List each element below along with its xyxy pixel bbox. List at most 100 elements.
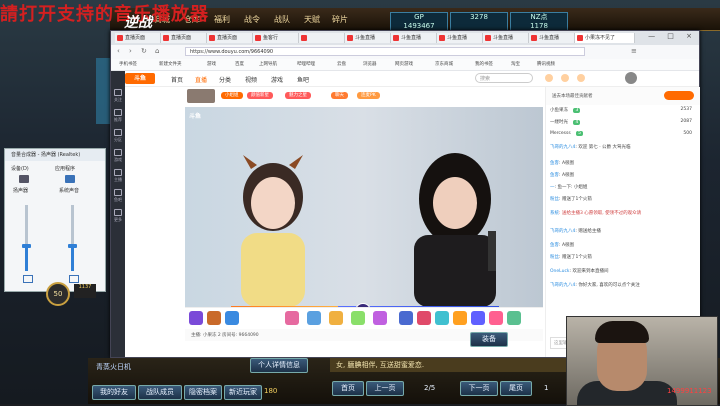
window-controls[interactable]: — □ × xyxy=(648,32,697,40)
bookmark-item[interactable]: 淘宝 xyxy=(511,61,520,67)
gamepad-icon xyxy=(114,149,122,156)
game-tab[interactable]: 天赋 xyxy=(304,14,320,25)
home-icon[interactable]: ⌂ xyxy=(155,47,159,55)
browser-tab[interactable] xyxy=(299,33,345,43)
back-icon[interactable]: ‹ xyxy=(117,47,120,55)
rank-row[interactable]: 一缕时光 4 2087 xyxy=(550,119,696,129)
site-nav-category[interactable]: 分类 xyxy=(219,75,231,84)
menu-icon[interactable]: ≡ xyxy=(631,47,637,55)
user-avatar[interactable] xyxy=(625,72,637,84)
gift-icon[interactable] xyxy=(207,311,221,325)
gift-icon[interactable] xyxy=(453,311,467,325)
bookmark-item[interactable]: 我的书签 xyxy=(475,61,493,67)
game-tab[interactable]: 战令 xyxy=(244,14,260,25)
gift-icon[interactable] xyxy=(351,311,365,325)
site-logo[interactable]: 斗鱼 xyxy=(125,73,155,84)
bookmark-item[interactable]: 浏览器 xyxy=(363,61,377,67)
app-volume-knob[interactable] xyxy=(68,244,77,248)
browser-tab[interactable]: 直播页面 xyxy=(161,33,207,43)
site-search-input[interactable]: 搜索 xyxy=(475,73,533,83)
mute-icon[interactable] xyxy=(23,275,33,283)
device-volume-knob[interactable] xyxy=(22,244,31,248)
browser-tab[interactable]: 斗鱼直播 xyxy=(391,33,437,43)
gift-icon[interactable] xyxy=(417,311,431,325)
pk-gift-icon[interactable] xyxy=(189,311,203,325)
left-nav-item[interactable]: 鱼吧 xyxy=(111,187,125,203)
active-browser-tab[interactable]: 小果冻不见了 xyxy=(575,33,635,43)
left-nav-item[interactable]: 游戏 xyxy=(111,147,125,163)
bookmark-item[interactable]: 哔哩哔哩 xyxy=(297,61,315,67)
rank-button[interactable] xyxy=(664,91,694,100)
chat-message: OneLuck: 欢迎来到本直播间 xyxy=(550,269,609,274)
bookmark-item[interactable]: 腾讯视频 xyxy=(537,61,555,67)
gift-icon[interactable] xyxy=(373,311,387,325)
last-page-button[interactable]: 尾页 xyxy=(500,381,532,396)
site-nav-yuba[interactable]: 鱼吧 xyxy=(297,75,309,84)
friends-button[interactable]: 我的好友 xyxy=(92,385,136,400)
follow-icon[interactable] xyxy=(561,74,569,82)
left-nav-item[interactable]: 推荐 xyxy=(111,107,125,123)
mute-icon[interactable] xyxy=(69,275,79,283)
gift-icon[interactable] xyxy=(489,311,503,325)
bookmark-item[interactable]: 游戏 xyxy=(207,61,216,67)
page-number: 1 xyxy=(544,384,549,392)
rank-row[interactable]: 小鱼果冻 3 2537 xyxy=(550,107,696,117)
first-page-button[interactable]: 首页 xyxy=(332,381,364,396)
chat-message: 粉丝: 赠送了1个火箭 xyxy=(550,255,592,260)
apps-label: 应用程序 xyxy=(55,166,76,172)
forward-icon[interactable]: › xyxy=(129,47,132,55)
gift-icon[interactable] xyxy=(507,311,521,325)
browser-tab[interactable]: 鱼客行 xyxy=(253,33,299,43)
history-icon[interactable] xyxy=(545,74,553,82)
rank-row[interactable]: Mercesss 5 500 xyxy=(550,131,696,141)
browser-tab[interactable]: 斗鱼直播 xyxy=(345,33,391,43)
left-nav-item[interactable]: 关注 xyxy=(111,87,125,103)
game-tab[interactable]: 碎片 xyxy=(332,14,348,25)
gift-icon[interactable] xyxy=(285,311,299,325)
archive-button[interactable]: 隐密档案 xyxy=(184,385,222,400)
bookmark-item[interactable]: 京东商城 xyxy=(435,61,453,67)
site-nav-game[interactable]: 游戏 xyxy=(271,75,283,84)
gift-icon[interactable] xyxy=(435,311,449,325)
browser-tab[interactable]: 直播页面 xyxy=(115,33,161,43)
clan-button[interactable]: 战队成员 xyxy=(138,385,182,400)
site-nav-live[interactable]: 直播 xyxy=(195,75,207,84)
browser-tab[interactable]: 斗鱼直播 xyxy=(437,33,483,43)
video-player[interactable]: 斗鱼 刘方 21 32 刘方 4 xyxy=(185,107,543,307)
site-nav-home[interactable]: 首页 xyxy=(171,75,183,84)
gift-icon[interactable] xyxy=(471,311,485,325)
site-nav-video[interactable]: 视频 xyxy=(245,75,257,84)
browser-tab[interactable]: 直播页面 xyxy=(207,33,253,43)
message-icon[interactable] xyxy=(577,74,585,82)
bookmark-item[interactable]: 上网导航 xyxy=(259,61,277,67)
url-field[interactable]: https://www.douyu.com/9664090 xyxy=(185,47,585,56)
browser-tab[interactable]: 斗鱼直播 xyxy=(529,33,575,43)
bookmark-item[interactable]: 手机书签 xyxy=(119,61,137,67)
lyric-ticker: 請打开支持的音乐播放器 xyxy=(0,4,209,22)
streamer-left xyxy=(241,155,305,307)
prev-page-button[interactable]: 上一页 xyxy=(366,381,404,396)
info-button[interactable]: 个人详情信息 xyxy=(250,358,308,373)
friends-count: 180 xyxy=(264,387,278,395)
left-nav-item[interactable]: 分区 xyxy=(111,127,125,143)
gift-icon[interactable] xyxy=(307,311,321,325)
game-tab[interactable]: 战队 xyxy=(274,14,290,25)
more-icon xyxy=(114,209,122,216)
gift-icon[interactable] xyxy=(225,311,239,325)
gift-icon[interactable] xyxy=(329,311,343,325)
anchor-avatar[interactable] xyxy=(187,89,215,103)
bookmark-item[interactable]: 新建文件夹 xyxy=(159,61,182,67)
recent-button[interactable]: 新近玩家 xyxy=(224,385,262,400)
gift-icon[interactable] xyxy=(399,311,413,325)
bookmark-item[interactable]: 云盘 xyxy=(337,61,346,67)
refresh-icon[interactable]: ↻ xyxy=(141,47,147,55)
next-page-button[interactable]: 下一页 xyxy=(460,381,498,396)
chat-message: 粉丝: 赠送了1个火箭 xyxy=(550,197,592,202)
bookmark-item[interactable]: 网页游戏 xyxy=(395,61,413,67)
bookmark-item[interactable]: 百度 xyxy=(235,61,244,67)
tab-favicon-icon xyxy=(485,35,491,41)
left-nav-item[interactable]: 更多 xyxy=(111,207,125,223)
equip-button[interactable]: 装备 xyxy=(470,332,508,347)
left-nav-item[interactable]: 主播 xyxy=(111,167,125,183)
browser-tab[interactable]: 斗鱼直播 xyxy=(483,33,529,43)
